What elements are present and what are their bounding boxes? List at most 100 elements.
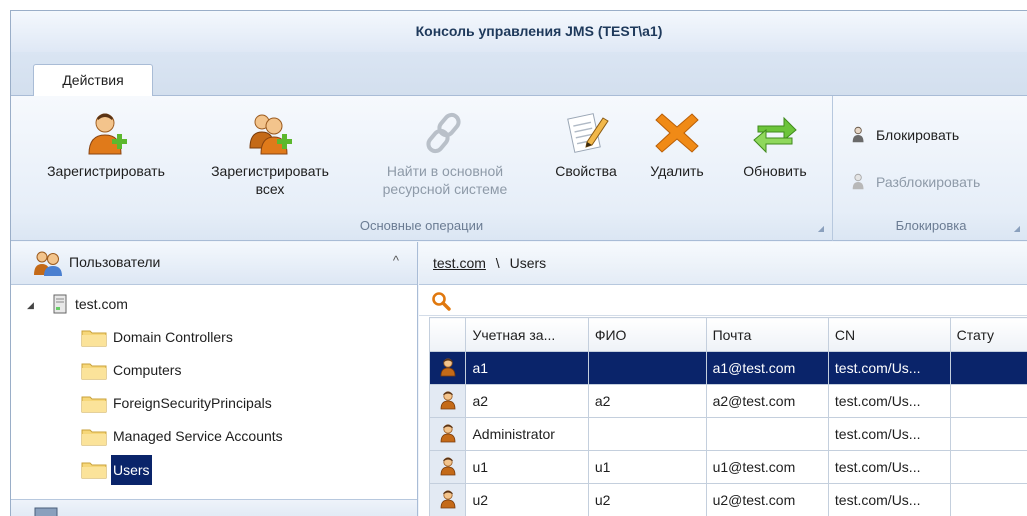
cell-status bbox=[949, 351, 1027, 385]
ribbon-group-lock: Блокировать Разблокировать Блокировка ◢ bbox=[834, 96, 1027, 241]
breadcrumb: test.com \ Users bbox=[419, 242, 1027, 285]
cell-fio bbox=[587, 351, 707, 385]
find-line1: Найти в основной bbox=[386, 163, 504, 179]
table-row[interactable]: Administrator test.com/Us... bbox=[428, 417, 1027, 451]
folder-icon bbox=[81, 330, 107, 347]
group-main-caption: Основные операции bbox=[359, 218, 484, 233]
refresh-label: Обновить bbox=[743, 163, 807, 179]
row-icon-cell bbox=[428, 384, 467, 418]
cell-cn: test.com/Us... bbox=[827, 384, 951, 418]
user-icon bbox=[438, 423, 458, 443]
breadcrumb-root-link[interactable]: test.com bbox=[433, 255, 486, 271]
table-row[interactable]: u2 u2 u2@test.com test.com/Us... bbox=[428, 483, 1027, 516]
domain-server-icon bbox=[53, 294, 67, 314]
properties-button[interactable]: Свойства bbox=[541, 100, 631, 210]
register-all-button[interactable]: Зарегистрировать всех bbox=[195, 100, 345, 210]
column-header-fio[interactable]: ФИО bbox=[587, 317, 707, 352]
cell-cn: test.com/Us... bbox=[827, 351, 951, 385]
tree-node-computers[interactable]: Computers bbox=[81, 356, 401, 384]
delete-button[interactable]: Удалить bbox=[637, 100, 717, 210]
tree-root-label: test.com bbox=[75, 296, 128, 312]
cell-mail bbox=[705, 417, 829, 451]
users-table: Учетная за... ФИО Почта CN Стату a1 a1@t… bbox=[428, 317, 1027, 516]
cell-fio bbox=[587, 417, 707, 451]
user-icon bbox=[438, 390, 458, 410]
row-icon-cell bbox=[428, 483, 467, 516]
cell-account: u2 bbox=[465, 483, 589, 516]
user-add-icon bbox=[88, 113, 127, 155]
tree-label: ForeignSecurityPrincipals bbox=[113, 395, 272, 411]
table-header-row: Учетная за... ФИО Почта CN Стату bbox=[428, 317, 1027, 352]
cell-fio: u1 bbox=[587, 450, 707, 484]
edit-pencil-icon bbox=[567, 113, 609, 153]
table-row[interactable]: u1 u1 u1@test.com test.com/Us... bbox=[428, 450, 1027, 484]
search-row[interactable] bbox=[419, 286, 1027, 316]
workstation-icon bbox=[34, 507, 58, 516]
folder-icon bbox=[81, 363, 107, 380]
unblock-button[interactable]: Разблокировать bbox=[848, 170, 980, 194]
ribbon-tab-row: Действия bbox=[11, 52, 1027, 97]
column-header-status[interactable]: Стату bbox=[949, 317, 1027, 352]
users-group-icon bbox=[34, 251, 62, 276]
find-in-resource-button[interactable]: Найти в основной ресурсной системе bbox=[365, 100, 525, 210]
group-launcher-icon[interactable]: ◢ bbox=[818, 224, 824, 233]
cell-status bbox=[949, 450, 1027, 484]
tab-actions[interactable]: Действия bbox=[33, 64, 153, 97]
users-panel-title: Пользователи bbox=[69, 254, 161, 270]
tree-node-users[interactable]: Users bbox=[81, 455, 401, 485]
column-header-cn[interactable]: CN bbox=[827, 317, 951, 352]
cell-account: u1 bbox=[465, 450, 589, 484]
register-button-label: Зарегистрировать bbox=[47, 163, 165, 179]
group-label-lock: Блокировка ◢ bbox=[834, 218, 1027, 233]
delete-label: Удалить bbox=[650, 163, 704, 179]
cell-cn: test.com/Us... bbox=[827, 417, 951, 451]
search-icon[interactable] bbox=[431, 291, 451, 311]
find-line2: ресурсной системе bbox=[382, 181, 508, 197]
row-icon-cell bbox=[428, 351, 467, 385]
table-row[interactable]: a2 a2 a2@test.com test.com/Us... bbox=[428, 384, 1027, 418]
content-pane: test.com \ Users Учетная за... ФИО Почта bbox=[419, 242, 1027, 516]
table-row[interactable]: a1 a1@test.com test.com/Us... bbox=[428, 351, 1027, 385]
user-icon bbox=[438, 489, 458, 509]
app-window: Консоль управления JMS (TEST\a1) Действи… bbox=[10, 10, 1027, 516]
link-icon bbox=[426, 112, 461, 154]
delete-x-icon bbox=[655, 113, 699, 153]
cell-mail: a2@test.com bbox=[705, 384, 829, 418]
column-header-account[interactable]: Учетная за... bbox=[465, 317, 589, 352]
second-panel-header[interactable] bbox=[11, 499, 417, 516]
refresh-icon bbox=[753, 116, 797, 154]
unblock-label: Разблокировать bbox=[876, 174, 981, 190]
group-label-main: Основные операции ◢ bbox=[11, 218, 832, 233]
cell-mail: a1@test.com bbox=[705, 351, 829, 385]
users-add-icon bbox=[249, 114, 292, 155]
user-icon bbox=[438, 357, 458, 377]
cell-fio: u2 bbox=[587, 483, 707, 516]
user-unlock-icon bbox=[852, 173, 864, 190]
tree-node-foreign-security-principals[interactable]: ForeignSecurityPrincipals bbox=[81, 389, 401, 417]
group-lock-launcher-icon[interactable]: ◢ bbox=[1014, 224, 1020, 233]
breadcrumb-current: Users bbox=[509, 255, 547, 271]
cell-status bbox=[949, 384, 1027, 418]
tree-label: Managed Service Accounts bbox=[113, 428, 283, 444]
column-header-mail[interactable]: Почта bbox=[705, 317, 829, 352]
breadcrumb-separator: \ bbox=[495, 255, 500, 271]
tree-label-selected: Users bbox=[111, 455, 152, 485]
register-all-button-label: Зарегистрировать всех bbox=[195, 162, 345, 198]
folder-icon bbox=[81, 396, 107, 413]
cell-cn: test.com/Us... bbox=[827, 483, 951, 516]
refresh-button[interactable]: Обновить bbox=[727, 100, 823, 210]
tree-node-root[interactable]: ◢ test.com bbox=[27, 290, 327, 318]
collapse-chevron-icon[interactable]: ^ bbox=[393, 253, 399, 268]
users-panel-header[interactable]: Пользователи ^ bbox=[11, 242, 417, 285]
tree-node-domain-controllers[interactable]: Domain Controllers bbox=[81, 323, 401, 351]
folder-icon bbox=[81, 429, 107, 446]
tree-node-managed-service-accounts[interactable]: Managed Service Accounts bbox=[81, 422, 401, 450]
block-button[interactable]: Блокировать bbox=[848, 123, 959, 147]
user-icon bbox=[438, 456, 458, 476]
group-lock-caption: Блокировка bbox=[895, 218, 967, 233]
cell-account: a2 bbox=[465, 384, 589, 418]
cell-status bbox=[949, 417, 1027, 451]
cell-account: a1 bbox=[465, 351, 589, 385]
tree-expand-icon[interactable]: ◢ bbox=[27, 291, 34, 319]
register-button[interactable]: Зарегистрировать bbox=[31, 100, 181, 210]
